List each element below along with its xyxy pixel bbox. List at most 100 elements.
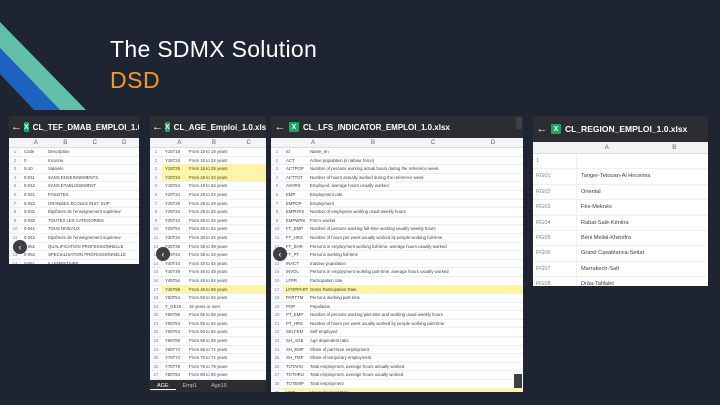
cell-code[interactable]: FT_HRS: [283, 234, 308, 242]
table-row[interactable]: 8 Y25T34 From 25 to 34 years: [150, 208, 266, 217]
cell-label[interactable]: From 15 to 34 years: [187, 174, 266, 182]
cell-code[interactable]: 0: [21, 157, 46, 165]
cell-label[interactable]: From 70 to 74 years: [187, 354, 266, 362]
cell-code[interactable]: Y70T74: [162, 354, 187, 362]
cell-code[interactable]: 0-10: [21, 165, 46, 173]
cell-label[interactable]: Grand Casablanca-Settat: [577, 246, 708, 260]
cell-code[interactable]: Y_GE15: [162, 303, 187, 311]
cell-code[interactable]: 0-041: [21, 225, 46, 233]
cell-code[interactable]: ACTPOP: [283, 165, 308, 173]
cell-code[interactable]: PT_EMP: [283, 311, 308, 319]
cell-label[interactable]: Persons in employment working full-time,…: [308, 243, 523, 251]
cell-label[interactable]: Tanger-Tetouan-Al Hoceima: [577, 169, 708, 183]
cell-code[interactable]: Y45T54: [162, 277, 187, 285]
table-row[interactable]: 19 POP Population: [271, 302, 523, 312]
cell-code[interactable]: FT_EMP: [283, 225, 308, 233]
table-row[interactable]: 7 0-022 GRANDES ECOLES INST. SUP: [9, 199, 139, 209]
cell-code[interactable]: EMPOP: [283, 200, 308, 208]
cell-code[interactable]: Y25T54: [162, 225, 187, 233]
cell-label[interactable]: Fès-Meknès: [577, 200, 708, 214]
cell-label[interactable]: [577, 154, 708, 168]
cell-label[interactable]: TOUTES LES CATEGORIES: [46, 217, 139, 225]
chevron-left-icon[interactable]: ‹: [273, 247, 287, 261]
cell-code[interactable]: LFPR: [283, 277, 308, 285]
table-row[interactable]: RG03 Fès-Meknès: [533, 200, 708, 216]
cell-label[interactable]: Number of persons working actual hours d…: [308, 165, 523, 173]
cell-label[interactable]: SANS ETABLISSEMENT: [46, 182, 139, 190]
table-row[interactable]: 5 0-012 SANS ETABLISSEMENT: [9, 182, 139, 191]
cell-label[interactable]: Total employment, average hours usually …: [308, 371, 523, 379]
cell-code[interactable]: Y15T24: [162, 157, 187, 165]
table-row[interactable]: 8 0-031 Diplômés de l'enseignement supérie…: [9, 208, 139, 217]
scrollbar-handle[interactable]: [514, 374, 522, 388]
cell-label[interactable]: From 20 to 24 years: [187, 191, 266, 199]
back-arrow-icon[interactable]: ←: [11, 121, 22, 133]
table-row[interactable]: 20 Y55T59 From 55 to 59 years: [150, 311, 266, 320]
cell-label[interactable]: Diplômés de l'enseignement supérieur: [46, 208, 139, 216]
table-row[interactable]: 13 0-052 SPECIALISATION PROFESSIONNELLE: [9, 251, 139, 260]
table-row[interactable]: 17 Y45T59 From 45 to 59 years: [150, 285, 266, 295]
table-row[interactable]: 2 ACT Active population (in labour force): [271, 156, 523, 166]
cell-label[interactable]: From 15 to 24 years: [187, 157, 266, 165]
sheet-tab[interactable]: AGE: [150, 383, 176, 390]
table-row[interactable]: 8 EMPHRS Number of employees working usual…: [271, 208, 523, 217]
cell-code[interactable]: 0-052: [21, 251, 46, 259]
cell-code[interactable]: Y15T64: [162, 182, 187, 190]
cell-code[interactable]: Y55T64: [162, 320, 187, 328]
table-row[interactable]: 21 PT_HRS Number of hours per week usually…: [271, 319, 523, 329]
cell-code[interactable]: AVHRS: [283, 182, 308, 190]
cell-label[interactable]: Oriental: [577, 185, 708, 199]
cell-label[interactable]: From 55 to 59 years: [187, 311, 266, 319]
cell-label[interactable]: Marrakech-Safi: [577, 262, 708, 276]
cell-label[interactable]: Age dependent ratio: [308, 337, 523, 345]
cell-label[interactable]: Gross Participation Rate: [308, 286, 523, 294]
cell-label[interactable]: From 25 to 54 years: [187, 225, 266, 233]
table-row[interactable]: 12 FT_SHR Persons in employment working fu…: [271, 242, 523, 252]
cell-code[interactable]: Y50T54: [162, 294, 187, 302]
table-row[interactable]: 16 LFPR Participation rate: [271, 276, 523, 286]
table-row[interactable]: 1 Id Name_en: [271, 148, 523, 157]
cell-label[interactable]: Employment: [308, 200, 523, 208]
table-row[interactable]: 13FT_PTPersons working full-time: [271, 251, 523, 260]
table-row[interactable]: RG07 Marrakech-Safi: [533, 261, 708, 278]
table-row[interactable]: 15 Y45T49 From 45 to 49 years: [150, 268, 266, 277]
table-row[interactable]: 18 Y50T54 From 50 to 54 years: [150, 294, 266, 303]
cell-label[interactable]: Unemployment Rate: [308, 389, 523, 392]
table-row[interactable]: 22 SELFEM Self-employed: [271, 328, 523, 338]
table-row[interactable]: 1 Y15T19 From 15 to 19 years: [150, 148, 266, 157]
cell-label[interactable]: Active population (in labour force): [308, 157, 523, 165]
cell-label[interactable]: SANS ENSEIGNEMENTS: [46, 174, 139, 182]
table-row[interactable]: 4 0-011 SANS ENSEIGNEMENTS: [9, 173, 139, 183]
cell-code[interactable]: Y65T74: [162, 346, 187, 354]
table-row[interactable]: 21 Y55T64 From 55 to 64 years: [150, 319, 266, 329]
cell-code[interactable]: SH_AGE: [283, 337, 308, 345]
cell-label[interactable]: From 40 to 44 years: [187, 260, 266, 268]
table-row[interactable]: 14 INACT Inactive population: [271, 259, 523, 269]
cell-code[interactable]: FT_SHR: [283, 243, 308, 251]
cell-code[interactable]: SH_EMP: [283, 346, 308, 354]
table-row[interactable]: 5 AVHRS Employed, average hours usually wo…: [271, 182, 523, 191]
cell-label[interactable]: Population: [308, 303, 523, 311]
cell-code[interactable]: INACT: [283, 260, 308, 268]
table-row[interactable]: 25 SH_TMP Share of temporary employment: [271, 354, 523, 363]
cell-code[interactable]: Y30T34: [162, 234, 187, 242]
cell-code[interactable]: EMP: [283, 191, 308, 199]
cell-code[interactable]: INVOL: [283, 268, 308, 276]
cell-label[interactable]: Employed, average hours usually worked: [308, 182, 523, 190]
cell-code[interactable]: Y15T29: [162, 165, 187, 173]
back-arrow-icon[interactable]: ←: [152, 121, 163, 133]
cell-label[interactable]: From 35 to 39 years: [187, 243, 266, 251]
cell-label[interactable]: From 45 to 54 years: [187, 277, 266, 285]
table-row[interactable]: 4 Y15T34 From 15 to 34 years: [150, 173, 266, 183]
table-row[interactable]: 14 Y40T44 From 40 to 44 years: [150, 259, 266, 269]
cell-label[interactable]: From 50 to 54 years: [187, 294, 266, 302]
table-row[interactable]: 7 Y25T29 From 25 to 29 years: [150, 199, 266, 209]
cell-label[interactable]: GRANDES ECOLES INST. SUP: [46, 200, 139, 208]
table-row[interactable]: RG06 Grand Casablanca-Settat: [533, 246, 708, 262]
cell-label[interactable]: From 80 to 84 years: [187, 371, 266, 379]
table-row[interactable]: 27 Y80T84 From 80 to 84 years: [150, 371, 266, 381]
cell-code[interactable]: Y45T59: [162, 286, 187, 294]
cell-label[interactable]: FASS/TES: [46, 191, 139, 199]
cell-label[interactable]: Total employment: [308, 380, 523, 388]
table-row[interactable]: 17 LFOPPART Gross Participation Rate: [271, 285, 523, 295]
